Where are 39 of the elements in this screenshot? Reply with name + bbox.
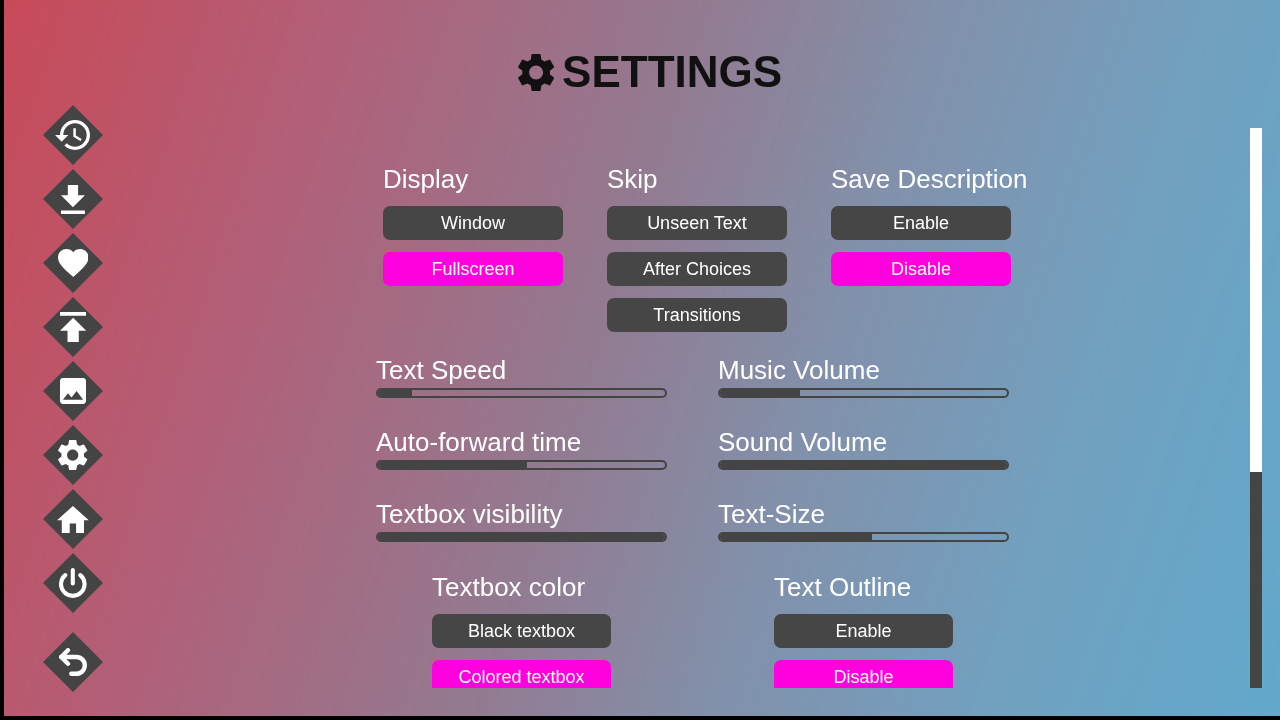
slider-track[interactable] xyxy=(718,388,1009,398)
option-button[interactable]: Enable xyxy=(774,614,953,648)
section-heading: Skip xyxy=(607,164,658,194)
option-button[interactable]: After Choices xyxy=(607,252,787,286)
power-icon xyxy=(59,568,87,598)
slider-label: Text-Size xyxy=(718,499,825,529)
option-button[interactable]: Unseen Text xyxy=(607,206,787,240)
slider-label: Music Volume xyxy=(718,355,880,385)
download-icon xyxy=(61,184,85,214)
gear-icon xyxy=(58,440,88,470)
heart-icon xyxy=(57,249,89,277)
slider-track[interactable] xyxy=(718,532,1009,542)
slider-label: Text Speed xyxy=(376,355,507,385)
slider-label: Textbox visibility xyxy=(376,499,563,529)
scrollbar-thumb[interactable] xyxy=(1250,128,1262,472)
option-button[interactable]: Window xyxy=(383,206,563,240)
image-icon xyxy=(60,378,86,404)
section-heading: Text Outline xyxy=(774,572,912,602)
back-arrow-icon xyxy=(59,648,87,676)
section-heading: Display xyxy=(383,164,469,194)
home-icon xyxy=(57,505,89,533)
upload-icon xyxy=(59,312,87,342)
slider-track[interactable] xyxy=(376,388,667,398)
section-heading: Textbox color xyxy=(432,572,586,602)
scrollbar[interactable] xyxy=(1250,128,1262,688)
slider-label: Sound Volume xyxy=(718,427,888,457)
slider-track[interactable] xyxy=(376,460,667,470)
section-heading: Save Description xyxy=(831,164,1028,194)
page-title: SETTINGS xyxy=(562,47,783,97)
slider-fill[interactable] xyxy=(720,390,801,396)
option-button[interactable]: Black textbox xyxy=(432,614,611,648)
slider-fill[interactable] xyxy=(378,390,413,396)
option-button[interactable]: Transitions xyxy=(607,298,787,332)
history-icon xyxy=(54,120,92,150)
gear-icon xyxy=(517,53,555,91)
slider-fill[interactable] xyxy=(720,534,873,540)
slider-label: Auto-forward time xyxy=(376,427,582,457)
option-button[interactable]: Enable xyxy=(831,206,1011,240)
slider-fill[interactable] xyxy=(378,462,528,468)
